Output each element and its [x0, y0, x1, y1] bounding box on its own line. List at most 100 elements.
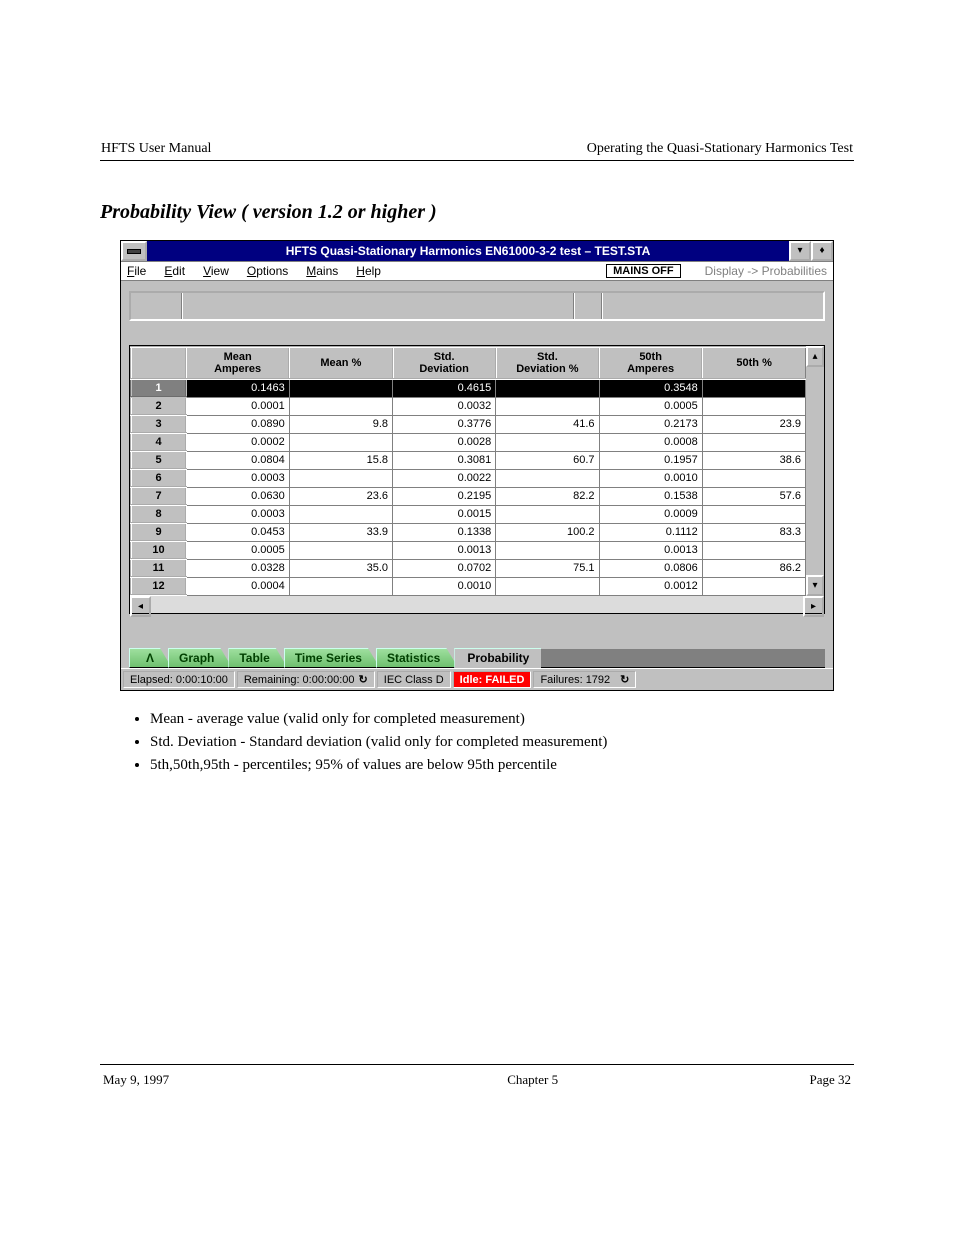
- cell[interactable]: [289, 469, 392, 487]
- cell[interactable]: 38.6: [702, 451, 805, 469]
- cell[interactable]: 0.0012: [599, 577, 702, 595]
- tab-λ[interactable]: Λ: [129, 648, 172, 668]
- menu-mains[interactable]: Mains: [306, 264, 338, 278]
- cell[interactable]: 0.0702: [393, 559, 496, 577]
- cell[interactable]: [289, 541, 392, 559]
- cell[interactable]: 75.1: [496, 559, 599, 577]
- row-header[interactable]: 8: [131, 505, 186, 523]
- cell[interactable]: [289, 379, 392, 397]
- row-header[interactable]: 9: [131, 523, 186, 541]
- cell[interactable]: [702, 397, 805, 415]
- cell[interactable]: 0.0003: [186, 469, 289, 487]
- table-row[interactable]: 30.08909.80.377641.60.217323.9: [131, 415, 806, 433]
- row-header[interactable]: 7: [131, 487, 186, 505]
- cell[interactable]: 100.2: [496, 523, 599, 541]
- cell[interactable]: [496, 505, 599, 523]
- table-row[interactable]: 20.00010.00320.0005: [131, 397, 806, 415]
- row-header[interactable]: 10: [131, 541, 186, 559]
- cell[interactable]: 0.0630: [186, 487, 289, 505]
- cell[interactable]: [289, 577, 392, 595]
- cell[interactable]: 0.0804: [186, 451, 289, 469]
- cell[interactable]: 0.3548: [599, 379, 702, 397]
- cell[interactable]: 0.2195: [393, 487, 496, 505]
- cell[interactable]: [496, 379, 599, 397]
- cell[interactable]: 0.1338: [393, 523, 496, 541]
- column-header[interactable]: MeanAmperes: [186, 347, 289, 379]
- cell[interactable]: [496, 469, 599, 487]
- cell[interactable]: 9.8: [289, 415, 392, 433]
- cell[interactable]: 0.0008: [599, 433, 702, 451]
- row-header[interactable]: 3: [131, 415, 186, 433]
- row-header[interactable]: 2: [131, 397, 186, 415]
- cell[interactable]: 35.0: [289, 559, 392, 577]
- cell[interactable]: 0.0806: [599, 559, 702, 577]
- table-row[interactable]: 110.032835.00.070275.10.080686.2: [131, 559, 806, 577]
- system-menu-icon[interactable]: [121, 241, 147, 261]
- menu-options[interactable]: Options: [247, 264, 288, 278]
- table-row[interactable]: 10.14630.46150.3548: [131, 379, 806, 397]
- cell[interactable]: 0.0890: [186, 415, 289, 433]
- row-header[interactable]: 6: [131, 469, 186, 487]
- column-header[interactable]: Std.Deviation %: [496, 347, 599, 379]
- cell[interactable]: [496, 541, 599, 559]
- cell[interactable]: [496, 577, 599, 595]
- cell[interactable]: [289, 397, 392, 415]
- cell[interactable]: [289, 505, 392, 523]
- table-row[interactable]: 120.00040.00100.0012: [131, 577, 806, 595]
- cell[interactable]: 0.0015: [393, 505, 496, 523]
- cell[interactable]: 0.0022: [393, 469, 496, 487]
- cell[interactable]: [702, 541, 805, 559]
- cell[interactable]: 0.0002: [186, 433, 289, 451]
- cell[interactable]: 0.3776: [393, 415, 496, 433]
- cell[interactable]: 0.1112: [599, 523, 702, 541]
- row-header[interactable]: 1: [131, 379, 186, 397]
- maximize-icon[interactable]: ♦: [811, 241, 833, 261]
- tab-time-series[interactable]: Time Series: [284, 648, 380, 668]
- cell[interactable]: 0.1957: [599, 451, 702, 469]
- table-row[interactable]: 90.045333.90.1338100.20.111283.3: [131, 523, 806, 541]
- cell[interactable]: 0.4615: [393, 379, 496, 397]
- vertical-scrollbar[interactable]: ▴ ▾: [806, 346, 824, 596]
- cell[interactable]: 0.0010: [393, 577, 496, 595]
- scroll-down-icon[interactable]: ▾: [806, 575, 824, 596]
- cell[interactable]: 0.1538: [599, 487, 702, 505]
- refresh-icon[interactable]: [359, 673, 368, 686]
- column-header[interactable]: 50thAmperes: [599, 347, 702, 379]
- tab-probability[interactable]: Probability: [454, 648, 541, 668]
- table-row[interactable]: 40.00020.00280.0008: [131, 433, 806, 451]
- column-header[interactable]: Std.Deviation: [393, 347, 496, 379]
- cell[interactable]: 0.0013: [393, 541, 496, 559]
- cell[interactable]: 41.6: [496, 415, 599, 433]
- cell[interactable]: [702, 577, 805, 595]
- row-header[interactable]: 5: [131, 451, 186, 469]
- column-header[interactable]: Mean %: [289, 347, 392, 379]
- cell[interactable]: [702, 469, 805, 487]
- menu-help[interactable]: Help: [356, 264, 381, 278]
- cell[interactable]: [702, 379, 805, 397]
- cell[interactable]: 0.0005: [186, 541, 289, 559]
- tab-statistics[interactable]: Statistics: [376, 648, 458, 668]
- cell[interactable]: 23.9: [702, 415, 805, 433]
- cell[interactable]: 0.0453: [186, 523, 289, 541]
- data-grid[interactable]: MeanAmperesMean %Std.DeviationStd.Deviat…: [129, 345, 825, 597]
- cell[interactable]: 0.0032: [393, 397, 496, 415]
- cell[interactable]: [289, 433, 392, 451]
- cell[interactable]: 0.0003: [186, 505, 289, 523]
- table-row[interactable]: 50.080415.80.308160.70.195738.6: [131, 451, 806, 469]
- cell[interactable]: [702, 433, 805, 451]
- row-header[interactable]: 12: [131, 577, 186, 595]
- table-row[interactable]: 100.00050.00130.0013: [131, 541, 806, 559]
- cell[interactable]: [702, 505, 805, 523]
- cell[interactable]: [496, 433, 599, 451]
- table-row[interactable]: 60.0003 0.0022 0.0010: [131, 469, 806, 487]
- scroll-left-icon[interactable]: ◂: [130, 596, 151, 617]
- row-header[interactable]: 4: [131, 433, 186, 451]
- scroll-right-icon[interactable]: ▸: [803, 596, 824, 617]
- menu-edit[interactable]: Edit: [164, 264, 185, 278]
- cell[interactable]: 60.7: [496, 451, 599, 469]
- cell[interactable]: 0.2173: [599, 415, 702, 433]
- cell[interactable]: 57.6: [702, 487, 805, 505]
- table-row[interactable]: 70.063023.60.219582.20.153857.6: [131, 487, 806, 505]
- menu-file[interactable]: File: [127, 264, 146, 278]
- cell[interactable]: 0.0010: [599, 469, 702, 487]
